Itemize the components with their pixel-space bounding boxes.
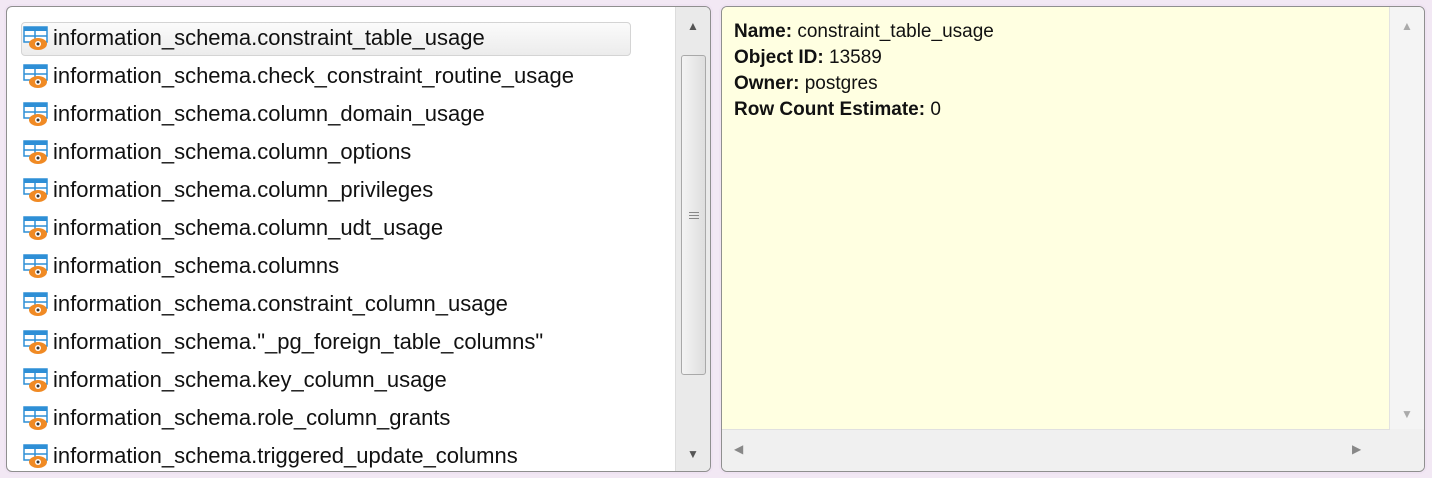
properties-view: Name: constraint_table_usage Object ID: … [722,7,1390,429]
list-item[interactable]: information_schema.column_udt_usage [23,209,673,247]
view-icon [23,330,48,354]
list-item-label: information_schema.constraint_table_usag… [53,25,485,50]
list-item-label: information_schema.column_privileges [53,177,434,202]
list-item-label: information_schema.check_constraint_rout… [53,63,574,88]
object-list[interactable]: information_schema.constraint_table_usag… [21,19,673,471]
property-row-count: Row Count Estimate: 0 [734,99,941,120]
list-item[interactable]: information_schema.constraint_column_usa… [23,285,673,323]
properties-panel: Name: constraint_table_usage Object ID: … [721,6,1425,472]
list-item-label: information_schema.column_udt_usage [53,215,444,240]
list-item[interactable]: information_schema."_pg_foreign_table_co… [23,323,673,361]
resize-grip-icon[interactable] [1390,429,1424,471]
list-item[interactable]: information_schema.constraint_table_usag… [21,19,673,57]
scrollbar-thumb[interactable] [681,55,706,375]
scroll-down-arrow-icon[interactable]: ▼ [1390,399,1424,429]
list-item[interactable]: information_schema.key_column_usage [23,361,673,399]
list-item-label: information_schema.constraint_column_usa… [53,291,508,316]
list-item[interactable]: information_schema.columns [23,247,673,285]
view-icon [23,216,48,240]
view-icon [23,140,48,164]
view-icon [23,64,48,88]
view-icon [23,254,48,278]
scroll-up-arrow-icon[interactable]: ▲ [1390,11,1424,41]
view-icon [23,444,48,468]
view-icon [23,368,48,392]
view-icon [23,26,48,50]
grip-icon [688,210,699,221]
object-list-vertical-scrollbar[interactable]: ▲ ▼ [675,7,710,471]
property-owner: Owner: postgres [734,73,878,94]
list-item-label: information_schema.column_options [53,139,412,164]
object-list-panel: information_schema.constraint_table_usag… [6,6,711,472]
list-item-label: information_schema.triggered_update_colu… [53,443,518,468]
properties-vertical-scrollbar[interactable]: ▲ ▼ [1389,7,1424,429]
property-name: Name: constraint_table_usage [734,21,994,42]
list-item[interactable]: information_schema.column_privileges [23,171,673,209]
scroll-up-arrow-icon[interactable]: ▲ [676,11,710,41]
view-icon [23,406,48,430]
list-item-label: information_schema.key_column_usage [53,367,447,392]
property-object-id: Object ID: 13589 [734,47,882,68]
scroll-left-arrow-icon[interactable]: ◀ [734,442,743,456]
list-item-label: information_schema."_pg_foreign_table_co… [53,329,544,354]
list-item[interactable]: information_schema.column_domain_usage [23,95,673,133]
list-item-label: information_schema.column_domain_usage [53,101,485,126]
list-item[interactable]: information_schema.check_constraint_rout… [23,57,673,95]
list-item[interactable]: information_schema.role_column_grants [23,399,673,437]
view-icon [23,102,48,126]
view-icon [23,178,48,202]
scroll-down-arrow-icon[interactable]: ▼ [676,439,710,469]
list-item[interactable]: information_schema.triggered_update_colu… [23,437,673,471]
view-icon [23,292,48,316]
list-item-label: information_schema.role_column_grants [53,405,451,430]
scroll-right-arrow-icon[interactable]: ▶ [1352,442,1361,456]
properties-horizontal-scrollbar[interactable]: ◀ ▶ [722,429,1390,471]
list-item-label: information_schema.columns [53,253,340,278]
list-item[interactable]: information_schema.column_options [23,133,673,171]
